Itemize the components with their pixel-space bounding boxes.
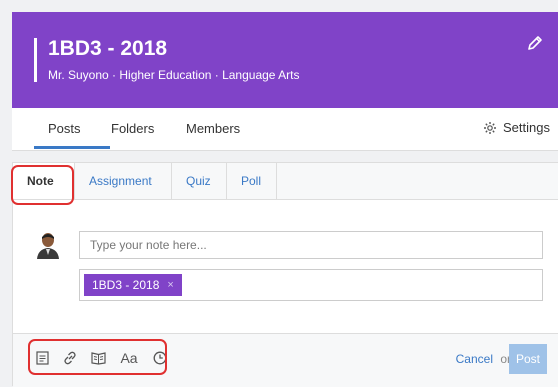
group-subtitle: Mr. Suyono · Higher Education · Language… (48, 68, 300, 82)
library-icon[interactable] (87, 347, 109, 369)
post-composer: Note Assignment Quiz Poll 1BD3 - 2018 × (12, 162, 558, 387)
tab-assignment[interactable]: Assignment (75, 163, 172, 199)
tab-posts[interactable]: Posts (48, 121, 81, 136)
post-type-tabs: Note Assignment Quiz Poll (13, 163, 558, 200)
active-tab-indicator (34, 146, 110, 149)
avatar (35, 231, 61, 259)
gear-icon (484, 121, 497, 134)
text-format-icon[interactable]: Aa (115, 347, 143, 369)
recipient-field[interactable]: 1BD3 - 2018 × (79, 269, 543, 301)
tab-folders[interactable]: Folders (111, 121, 154, 136)
composer-footer: Aa Cancel or Post (13, 333, 558, 387)
group-title: 1BD3 - 2018 (48, 37, 168, 60)
recipient-chip-label: 1BD3 - 2018 (92, 278, 160, 292)
tab-quiz[interactable]: Quiz (172, 163, 227, 199)
pencil-icon[interactable] (526, 34, 544, 52)
tab-poll[interactable]: Poll (227, 163, 277, 199)
cancel-link[interactable]: Cancel (456, 352, 493, 366)
settings-button[interactable]: Settings (483, 120, 550, 135)
note-input[interactable] (79, 231, 543, 259)
clock-icon[interactable] (149, 347, 171, 369)
post-button[interactable]: Post (509, 344, 547, 374)
composer-tools: Aa (31, 347, 171, 369)
link-icon[interactable] (59, 347, 81, 369)
group-navbar: Posts Folders Members Settings (12, 108, 558, 151)
recipient-chip: 1BD3 - 2018 × (84, 274, 182, 296)
group-header: 1BD3 - 2018 Mr. Suyono · Higher Educatio… (12, 12, 558, 108)
tab-members[interactable]: Members (186, 121, 240, 136)
title-accent-bar (34, 38, 37, 82)
file-icon[interactable] (31, 347, 53, 369)
remove-recipient-icon[interactable]: × (167, 274, 173, 296)
settings-label: Settings (503, 120, 550, 135)
tab-note[interactable]: Note (13, 163, 75, 199)
